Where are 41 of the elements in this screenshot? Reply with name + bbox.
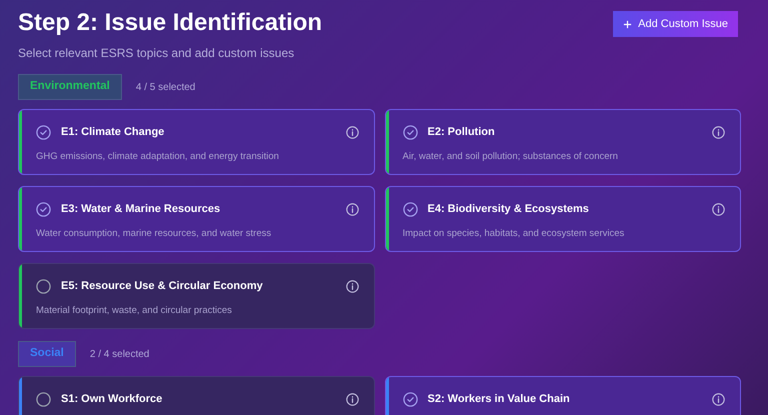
category-tag: Social bbox=[18, 341, 76, 367]
issue-title: E4: Biodiversity & Ecosystems bbox=[428, 202, 590, 217]
check-circle-icon[interactable] bbox=[402, 124, 418, 140]
issue-title: E2: Pollution bbox=[428, 125, 496, 140]
info-icon[interactable] bbox=[346, 126, 358, 139]
info-icon[interactable] bbox=[712, 202, 725, 216]
info-icon[interactable] bbox=[346, 280, 358, 293]
add-custom-issue-button[interactable]: Add Custom Issue bbox=[613, 11, 738, 37]
empty-circle-icon[interactable] bbox=[36, 392, 51, 407]
issue-description: Water consumption, marine resources, and water stress bbox=[36, 226, 272, 240]
issue-description: Air, water, and soil pollution; substances of concern bbox=[402, 150, 619, 164]
issue-title: S2: Workers in Value Chain bbox=[428, 392, 571, 407]
issue-description: GHG emissions, climate adaptation, and energy transition bbox=[36, 150, 280, 164]
check-circle-icon[interactable] bbox=[36, 124, 51, 140]
page-subtitle: Select relevant ESRS topics and add custom issues bbox=[18, 45, 296, 62]
issue-card[interactable]: E2: Pollution Air, water, and soil pollution; substances of concern bbox=[384, 109, 741, 175]
issue-title: S1: Own Workforce bbox=[61, 392, 164, 407]
issue-title: E3: Water & Marine Resources bbox=[61, 202, 222, 217]
check-circle-icon[interactable] bbox=[402, 392, 418, 407]
page-title: Step 2: Issue Identification bbox=[18, 8, 322, 38]
issue-title: E1: Climate Change bbox=[61, 125, 166, 140]
issue-description: Impact on species, habitats, and ecosystem services bbox=[402, 226, 626, 240]
issue-card[interactable]: E3: Water & Marine Resources Water consumption, marine resources, and water stress bbox=[18, 186, 374, 252]
info-icon[interactable] bbox=[346, 392, 358, 406]
issue-card[interactable]: E4: Biodiversity & Ecosystems Impact on species, habitats, and ecosystem services bbox=[384, 186, 741, 252]
info-icon[interactable] bbox=[712, 126, 725, 139]
info-icon[interactable] bbox=[712, 392, 725, 406]
check-circle-icon[interactable] bbox=[402, 202, 418, 217]
issue-card[interactable]: E5: Resource Use & Circular Economy Material footprint, waste, and circular practices bbox=[18, 263, 374, 329]
issue-title: E5: Resource Use & Circular Economy bbox=[61, 279, 264, 294]
check-circle-icon[interactable] bbox=[36, 202, 51, 217]
issue-card[interactable]: S2: Workers in Value Chain bbox=[384, 376, 741, 415]
plus-icon bbox=[623, 20, 632, 28]
issue-card[interactable]: S1: Own Workforce bbox=[18, 376, 374, 415]
selection-count: 2 / 4 selected bbox=[90, 348, 150, 362]
issue-card[interactable]: E1: Climate Change GHG emissions, climate adaptation, and energy transition bbox=[18, 109, 374, 175]
issue-description: Material footprint, waste, and circular practices bbox=[36, 304, 233, 318]
empty-circle-icon[interactable] bbox=[36, 278, 51, 294]
selection-count: 4 / 5 selected bbox=[136, 80, 196, 94]
info-icon[interactable] bbox=[346, 202, 358, 216]
category-tag: Environmental bbox=[18, 74, 122, 100]
